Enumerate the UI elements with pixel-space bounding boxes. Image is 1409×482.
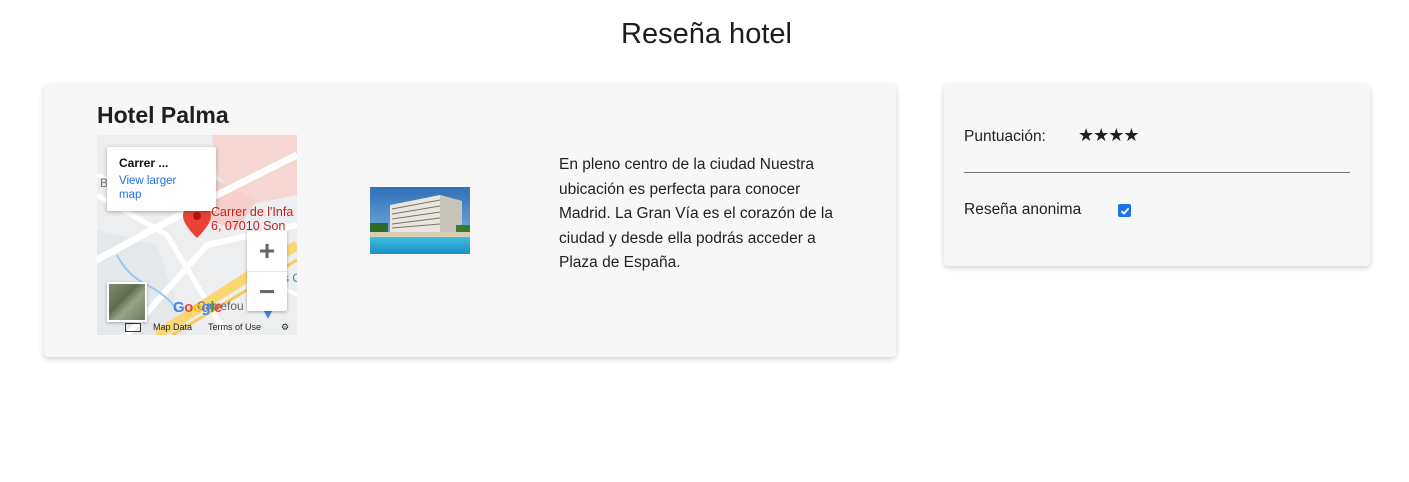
terms-of-use-link[interactable]: Terms of Use — [208, 322, 261, 332]
divider — [964, 172, 1350, 173]
hotel-card: Hotel Palma B s C Carrefou Carrer — [44, 84, 896, 357]
gear-icon[interactable]: ⚙ — [281, 322, 289, 333]
map-footer: Map Data Terms of Use ⚙ — [97, 321, 297, 335]
map-marker-label: Carrer de l'Infa 6, 07010 Son — [211, 205, 293, 233]
keyboard-icon[interactable] — [125, 323, 141, 332]
map-data-link[interactable]: Map Data — [153, 322, 192, 332]
hotel-map[interactable]: B s C Carrefou Carrer ... View larger ma… — [97, 135, 297, 335]
page-title: Reseña hotel — [621, 18, 792, 50]
map-marker-label-line1: Carrer de l'Infa — [211, 205, 294, 219]
map-place-name: Carrer ... — [119, 156, 169, 170]
hotel-description: En pleno centro de la ciudad Nuestra ubi… — [559, 156, 833, 271]
zoom-in-button[interactable]: + — [247, 231, 287, 271]
rating-stars[interactable]: ★★★★ — [1078, 125, 1140, 146]
review-card: Puntuación: ★★★★ Reseña anonima — [944, 84, 1370, 266]
checkmark-icon — [1120, 207, 1129, 215]
hotel-photo-image — [370, 187, 470, 254]
hotel-name: Hotel Palma — [97, 102, 229, 128]
hotel-photo — [370, 187, 470, 254]
zoom-out-button[interactable]: − — [247, 271, 287, 312]
anonymous-review-label: Reseña anonima — [964, 201, 1082, 218]
rating-label: Puntuación: — [964, 128, 1046, 145]
map-info-window: Carrer ... View larger map — [107, 147, 216, 211]
google-logo: Google — [173, 299, 222, 316]
anonymous-review-checkbox[interactable] — [1118, 204, 1131, 217]
view-larger-map-link[interactable]: View larger map — [119, 174, 199, 202]
satellite-toggle[interactable] — [107, 282, 147, 322]
zoom-controls: + − — [247, 231, 287, 311]
